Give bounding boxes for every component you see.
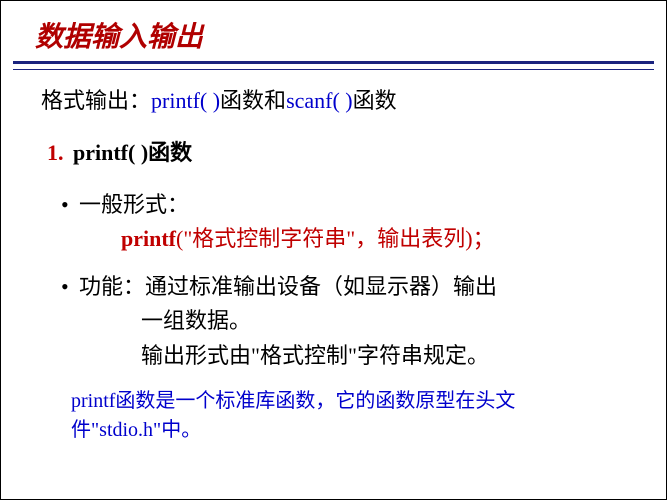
code-args: ("格式控制字符串"，输出表列)； xyxy=(176,226,495,251)
fn-printf: printf( ) xyxy=(151,88,220,113)
slide-body: 格式输出：printf( )函数和scanf( )函数 1. printf( )… xyxy=(1,70,666,445)
section-heading: 1. printf( )函数 xyxy=(47,136,636,170)
text-post: 函数 xyxy=(353,88,397,113)
text-mid: 函数和 xyxy=(220,88,286,113)
bullet-icon: • xyxy=(61,270,79,304)
footnote: printf函数是一个标准库函数，它的函数原型在头文件"stdio.h"中。 xyxy=(71,387,636,445)
slide: 数据输入输出 格式输出：printf( )函数和scanf( )函数 1. pr… xyxy=(0,0,667,500)
subtitle-line: 格式输出：printf( )函数和scanf( )函数 xyxy=(41,84,636,118)
code-fn-name: printf xyxy=(121,226,176,251)
section-title: printf( )函数 xyxy=(73,140,192,165)
bullet-1-code: printf("格式控制字符串"，输出表列)； xyxy=(121,222,636,256)
bullet-2: • 功能：通过标准输出设备（如显示器）输出 一组数据。 输出形式由"格式控制"字… xyxy=(61,270,636,372)
text-prefix: 格式输出： xyxy=(41,88,151,113)
divider xyxy=(13,61,654,70)
bullet-2-line1: 功能：通过标准输出设备（如显示器）输出 xyxy=(79,270,497,304)
bullet-icon: • xyxy=(61,188,79,222)
bullet-2-line3: 输出形式由"格式控制"字符串规定。 xyxy=(141,339,636,373)
fn-scanf: scanf( ) xyxy=(286,88,353,113)
bullet-1-label: 一般形式： xyxy=(79,188,189,222)
bullet-2-line2: 一组数据。 xyxy=(141,304,636,338)
bullet-1: • 一般形式： printf("格式控制字符串"，输出表列)； xyxy=(61,188,636,256)
section-number: 1. xyxy=(47,140,64,165)
slide-title: 数据输入输出 xyxy=(1,1,666,61)
